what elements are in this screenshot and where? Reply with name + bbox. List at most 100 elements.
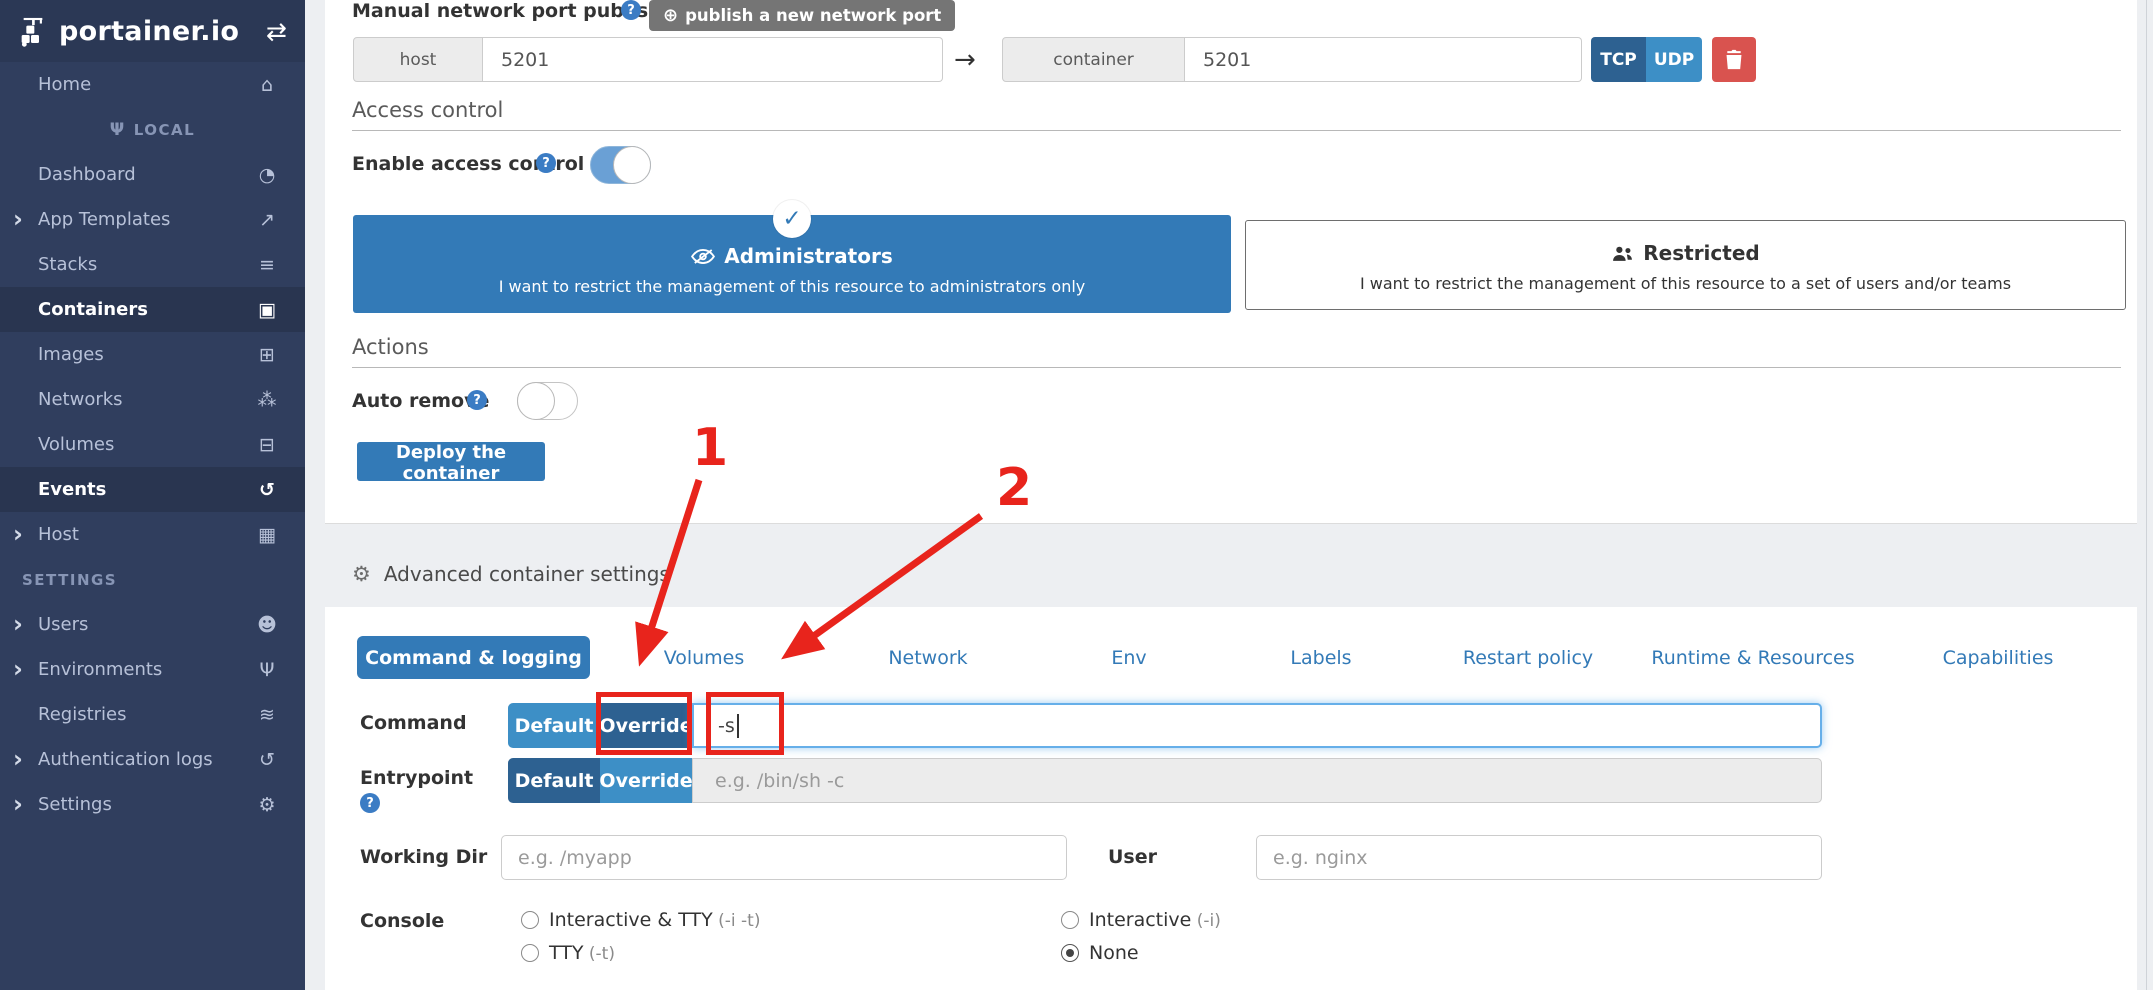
entrypoint-help-icon[interactable]: ? [360, 793, 380, 813]
tab-labels[interactable]: Labels [1290, 647, 1351, 669]
annotation-box-command-input [706, 692, 784, 755]
sidebar-item-images[interactable]: Images⊞ [0, 332, 305, 377]
access-option-restricted[interactable]: Restricted I want to restrict the manage… [1245, 220, 2126, 310]
console-radio-tty[interactable] [521, 944, 539, 962]
access-control-heading: Access control [352, 98, 503, 122]
container-port-label: container [1002, 37, 1185, 82]
sidebar-item-label: Registries [38, 704, 127, 725]
sidebar-item-events[interactable]: Events↺ [0, 467, 305, 512]
collapse-sidebar-icon[interactable]: ⇄ [266, 19, 287, 44]
registries-icon: ≋ [251, 704, 283, 726]
portainer-logo[interactable]: portainer.io [18, 15, 239, 47]
option-text: Interactive [1089, 909, 1191, 931]
console-option-label-interactive-tty[interactable]: Interactive & TTY (-i -t) [549, 909, 760, 931]
sidebar-item-label: Environments [38, 659, 162, 680]
tab-env[interactable]: Env [1111, 647, 1146, 669]
portainer-create-container-page: portainer.io ⇄ Home⌂ Ψ LOCAL Dashboard ◔ ›App… [0, 0, 2153, 990]
host-icon: ▦ [251, 524, 283, 546]
actions-divider [352, 367, 2121, 368]
chevron-right-icon: › [13, 207, 23, 231]
environments-icon: Ψ [251, 659, 283, 681]
sidebar-item-networks[interactable]: Networks⁂ [0, 377, 305, 422]
images-icon: ⊞ [251, 344, 283, 366]
tab-runtime-resources[interactable]: Runtime & Resources [1651, 647, 1854, 669]
app-templates-icon: ↗ [251, 209, 283, 231]
arrow-right-icon: → [954, 45, 976, 75]
auto-remove-toggle[interactable] [517, 382, 578, 420]
entrypoint-default-button[interactable]: Default [508, 758, 600, 803]
sidebar-item-label: Settings [38, 794, 112, 815]
publish-port-button[interactable]: ⊕ publish a new network port [649, 0, 955, 31]
sidebar-item-users[interactable]: › Users ☻ [0, 602, 305, 647]
host-port-input[interactable] [483, 37, 943, 82]
command-default-button[interactable]: Default [508, 703, 600, 748]
console-option-label-none[interactable]: None [1089, 942, 1139, 964]
entrypoint-override-button[interactable]: Override [600, 758, 692, 803]
auth-logs-icon: ↺ [251, 749, 283, 771]
eye-slash-icon [691, 248, 715, 265]
console-radio-interactive[interactable] [1061, 911, 1079, 929]
sidebar-item-label: Users [38, 614, 88, 635]
sidebar-item-label: Volumes [38, 434, 114, 455]
console-label: Console [360, 910, 444, 932]
user-input[interactable] [1256, 835, 1822, 880]
console-radio-none[interactable] [1061, 944, 1079, 962]
users-icon [1611, 245, 1634, 262]
tcp-button[interactable]: TCP [1591, 37, 1646, 82]
administrators-title: Administrators [724, 244, 892, 268]
container-port-input[interactable] [1185, 37, 1582, 82]
portainer-logo-icon [18, 15, 52, 47]
publish-port-button-label: publish a new network port [685, 6, 941, 25]
sidebar-item-containers[interactable]: Containers▣ [0, 287, 305, 332]
sidebar-item-stacks[interactable]: Stacks≡ [0, 242, 305, 287]
sidebar-item-dashboard[interactable]: Dashboard ◔ [0, 152, 305, 197]
dashboard-icon: ◔ [251, 164, 283, 186]
command-input[interactable]: -s [692, 703, 1822, 748]
working-dir-input[interactable] [501, 835, 1067, 880]
entrypoint-label: Entrypoint [360, 767, 473, 789]
tab-capabilities[interactable]: Capabilities [1943, 647, 2054, 669]
entrypoint-input[interactable] [692, 758, 1822, 803]
enable-access-control-toggle[interactable] [590, 146, 651, 184]
sidebar-item-volumes[interactable]: Volumes ⊟ [0, 422, 305, 467]
user-label: User [1108, 846, 1157, 868]
volumes-icon: ⊟ [251, 434, 283, 456]
plus-circle-icon: ⊕ [663, 5, 678, 26]
tab-restart-policy[interactable]: Restart policy [1463, 647, 1593, 669]
console-radio-interactive-tty[interactable] [521, 911, 539, 929]
settings-icon: ⚙ [251, 794, 283, 816]
sidebar-item-home[interactable]: Home⌂ [0, 62, 305, 107]
chevron-right-icon: › [13, 792, 23, 816]
sidebar-item-label: Dashboard [38, 164, 136, 185]
option-text: None [1089, 942, 1139, 964]
administrators-title-row: Administrators [353, 244, 1231, 268]
sidebar-item-app-templates[interactable]: ›App Templates↗ [0, 197, 305, 242]
sidebar-item-environments[interactable]: ›EnvironmentsΨ [0, 647, 305, 692]
udp-button[interactable]: UDP [1646, 37, 1702, 82]
sidebar-item-settings[interactable]: › Settings ⚙ [0, 782, 305, 827]
sidebar-item-authentication-logs[interactable]: ›Authentication logs↺ [0, 737, 305, 782]
tab-volumes[interactable]: Volumes [664, 647, 745, 669]
tab-network[interactable]: Network [888, 647, 967, 669]
advanced-settings-title: Advanced container settings [384, 562, 670, 586]
sidebar-item-registries[interactable]: Registries ≋ [0, 692, 305, 737]
logo-text: portainer.io [59, 16, 239, 47]
auto-remove-help-icon[interactable]: ? [467, 390, 487, 410]
users-icon: ☻ [251, 614, 283, 636]
scrollbar-track[interactable] [2146, 0, 2147, 990]
events-icon: ↺ [251, 479, 283, 501]
port-publishing-help-icon[interactable]: ? [621, 0, 641, 20]
option-text: TTY [549, 942, 583, 964]
access-control-help-icon[interactable]: ? [536, 153, 556, 173]
administrators-description: I want to restrict the management of thi… [353, 277, 1231, 296]
remove-port-button[interactable] [1712, 37, 1756, 82]
tab-command-logging[interactable]: Command & logging [357, 636, 590, 679]
sidebar-item-host[interactable]: ›Host▦ [0, 512, 305, 557]
console-option-label-tty[interactable]: TTY (-t) [549, 942, 615, 964]
deploy-container-button[interactable]: Deploy the container [357, 442, 545, 481]
console-option-label-interactive[interactable]: Interactive (-i) [1089, 909, 1221, 931]
restricted-description: I want to restrict the management of thi… [1246, 274, 2125, 293]
sidebar-section-label: LOCAL [134, 121, 195, 139]
option-flag: (-i) [1191, 911, 1221, 931]
chevron-right-icon: › [13, 612, 23, 636]
